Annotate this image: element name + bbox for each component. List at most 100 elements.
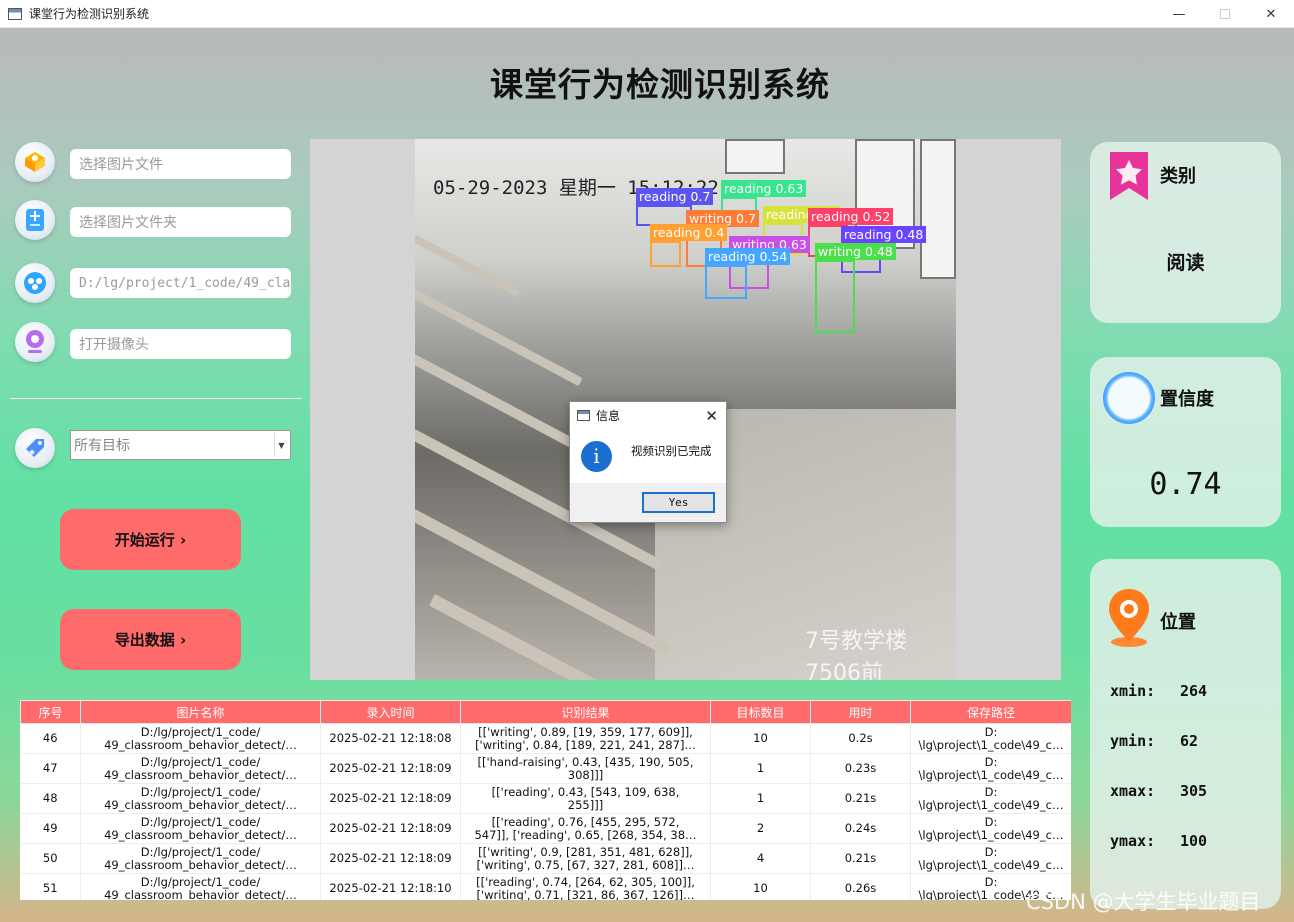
image-file-input[interactable]: 选择图片文件 <box>70 149 291 179</box>
save-path-cell: D: \lg\project\1_code\49_c… <box>910 783 1071 814</box>
image-name-cell-line: D:/lg/project/1_code/ <box>140 875 261 889</box>
result-cell-line: [['writing', 0.89, [19, 359, 177, 609]], <box>478 725 693 739</box>
category-value: 阅读 <box>1166 252 1205 274</box>
dialog-titlebar: 信息 <box>570 402 726 429</box>
table-row[interactable]: 47 D:/lg/project/1_code/49_classroom_beha… <box>20 753 1071 784</box>
entry-time-cell-line: 2025-02-21 12:18:09 <box>329 822 452 835</box>
result-cell-line: 308]]] <box>567 768 604 782</box>
position-title: 位置 <box>1160 612 1196 633</box>
target-select[interactable]: 所有目标 ▼ <box>70 430 291 460</box>
result-cell-line: [['reading', 0.74, [264, 62, 305, 100]], <box>476 875 695 889</box>
target-count-cell: 1 <box>710 783 811 814</box>
video-icon[interactable] <box>15 263 55 303</box>
image-folder-input[interactable]: 选择图片文件夹 <box>70 207 291 237</box>
maximize-icon <box>1220 9 1230 19</box>
column-header[interactable]: 目标数目 <box>710 700 811 724</box>
video-location-text: 7号教学楼7506前 <box>805 629 907 680</box>
duration-cell-line: 0.26s <box>844 882 877 895</box>
result-cell: [['hand-raising', 0.43, [435, 190, 505, 3… <box>460 753 711 784</box>
xmax-row: xmax: 305 <box>1110 782 1207 800</box>
target-count-cell-line: 4 <box>756 852 765 865</box>
ymin-value: 62 <box>1180 732 1199 750</box>
target-count-cell: 4 <box>710 843 811 874</box>
confidence-card: 置信度 0.74 <box>1090 357 1281 527</box>
category-card: 类别 阅读 <box>1090 142 1281 323</box>
results-table[interactable]: 序号 图片名称 录入时间 识别结果 目标数目 用时 保存路径 46 D:/lg/p… <box>20 700 1071 900</box>
detection-label: reading 0.7 <box>636 188 714 205</box>
table-row[interactable]: 50 D:/lg/project/1_code/49_classroom_beha… <box>20 843 1071 874</box>
confidence-ring-icon <box>1103 372 1155 424</box>
chevron-down-icon[interactable]: ▼ <box>274 433 288 457</box>
table-row[interactable]: 48 D:/lg/project/1_code/49_classroom_beha… <box>20 783 1071 814</box>
maximize-button[interactable] <box>1202 0 1248 28</box>
desk-row <box>415 509 672 656</box>
detection-box: reading 0.7 <box>636 188 714 226</box>
save-path-cell-line: \lg\project\1_code\49_c… <box>918 768 1064 782</box>
minimize-button[interactable]: — <box>1156 0 1202 28</box>
column-header[interactable]: 图片名称 <box>80 700 321 724</box>
image-name-cell-line: 49_classroom_behavior_detect/… <box>104 798 297 812</box>
confidence-value: 0.74 <box>1149 467 1222 502</box>
result-cell: [['reading', 0.43, [543, 109, 638, 255]]] <box>460 783 711 814</box>
classroom-window <box>725 139 785 174</box>
save-path-cell-line: \lg\project\1_code\49_c… <box>918 798 1064 812</box>
save-path-cell: D: \lg\project\1_code\49_c… <box>910 813 1071 844</box>
entry-time-cell: 2025-02-21 12:18:09 <box>320 783 461 814</box>
row-id-cell-line: 49 <box>42 822 58 835</box>
duration-cell: 0.21s <box>810 783 911 814</box>
result-cell-line: ['writing', 0.71, [321, 86, 367, 126]]… <box>476 888 695 901</box>
close-button[interactable]: ✕ <box>1248 0 1294 28</box>
image-name-cell-line: 49_classroom_behavior_detect/… <box>104 858 297 872</box>
column-header[interactable]: 保存路径 <box>910 700 1071 724</box>
table-row[interactable]: 49 D:/lg/project/1_code/49_classroom_beha… <box>20 813 1071 844</box>
column-header[interactable]: 录入时间 <box>320 700 461 724</box>
entry-time-cell-line: 2025-02-21 12:18:10 <box>329 882 452 895</box>
save-path-cell: D: \lg\project\1_code\49_c… <box>910 843 1071 874</box>
xmin-value: 264 <box>1180 682 1208 700</box>
image-name-cell-line: 49_classroom_behavior_detect/… <box>104 768 297 782</box>
video-file-input[interactable]: D:/lg/project/1_code/49_classroom_behavi… <box>70 268 291 298</box>
table-row[interactable]: 51 D:/lg/project/1_code/49_classroom_beha… <box>20 873 1071 901</box>
column-header[interactable]: 识别结果 <box>460 700 711 724</box>
camera-input[interactable]: 打开摄像头 <box>70 329 291 359</box>
save-path-cell: D: \lg\project\1_code\49_c… <box>910 753 1071 784</box>
page-title: 课堂行为检测识别系统 <box>490 65 830 104</box>
duration-cell: 0.23s <box>810 753 911 784</box>
detection-label: reading 0.52 <box>808 208 894 225</box>
row-id-cell: 51 <box>20 873 81 900</box>
camera-icon[interactable] <box>15 322 55 362</box>
dialog-close-icon[interactable]: ✕ <box>705 407 718 425</box>
yes-button[interactable]: Yes <box>642 492 715 513</box>
dialog-app-icon <box>577 410 590 421</box>
detection-box: writing 0.48 <box>815 243 896 333</box>
table-header-row: 序号 图片名称 录入时间 识别结果 目标数目 用时 保存路径 <box>20 700 1071 724</box>
row-id-cell: 49 <box>20 813 81 844</box>
row-id-cell-line: 50 <box>42 852 58 865</box>
ymax-row: ymax: 100 <box>1110 832 1207 850</box>
column-header[interactable]: 序号 <box>20 700 81 724</box>
detection-box: reading 0.4 <box>650 224 728 267</box>
sidebar-divider <box>10 398 301 399</box>
folder-doc-icon[interactable] <box>15 200 55 240</box>
image-name-cell-line: D:/lg/project/1_code/ <box>140 785 261 799</box>
target-count-cell: 2 <box>710 813 811 844</box>
entry-time-cell-line: 2025-02-21 12:18:09 <box>329 852 452 865</box>
column-header[interactable]: 用时 <box>810 700 911 724</box>
entry-time-cell: 2025-02-21 12:18:09 <box>320 753 461 784</box>
detection-label: reading 0.48 <box>841 226 927 243</box>
result-cell-line: [['writing', 0.9, [281, 351, 481, 628]], <box>478 845 693 859</box>
start-run-button[interactable]: 开始运行 › <box>60 509 241 570</box>
duration-cell: 0.21s <box>810 843 911 874</box>
image-box-icon[interactable] <box>15 142 55 182</box>
ymin-label: ymin: <box>1110 732 1156 750</box>
row-id-cell-line: 46 <box>42 732 58 745</box>
export-data-button[interactable]: 导出数据 › <box>60 609 241 670</box>
result-cell-line: ['writing', 0.84, [189, 221, 241, 287]… <box>475 738 696 752</box>
xmax-label: xmax: <box>1110 782 1156 800</box>
dialog-footer: Yes <box>570 483 726 522</box>
save-path-cell-line: D: <box>984 815 998 829</box>
bookmark-star-icon <box>1110 152 1148 200</box>
location-pin-icon <box>1109 589 1149 647</box>
result-cell: [['reading', 0.74, [264, 62, 305, 100]],… <box>460 873 711 901</box>
table-row[interactable]: 46 D:/lg/project/1_code/49_classroom_beha… <box>20 723 1071 754</box>
